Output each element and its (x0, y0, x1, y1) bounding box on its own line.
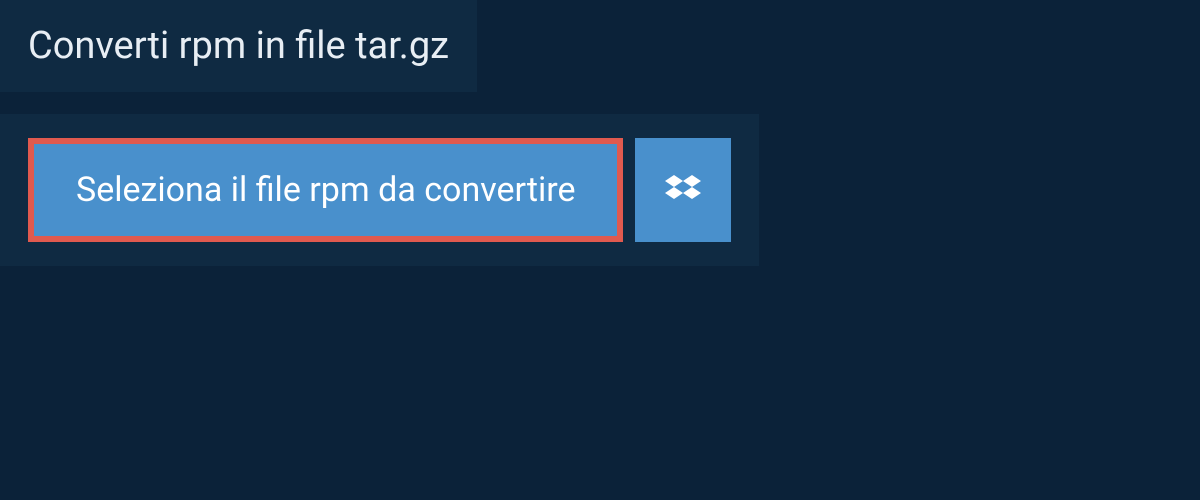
button-row: Seleziona il file rpm da convertire (28, 138, 731, 242)
select-file-button[interactable]: Seleziona il file rpm da convertire (28, 138, 623, 242)
select-file-label: Seleziona il file rpm da convertire (76, 170, 575, 210)
dropbox-icon (665, 172, 701, 208)
upload-section: Seleziona il file rpm da convertire (0, 114, 759, 266)
page-title: Converti rpm in file tar.gz (28, 24, 449, 68)
dropbox-button[interactable] (635, 138, 731, 242)
header-bar: Converti rpm in file tar.gz (0, 0, 477, 92)
